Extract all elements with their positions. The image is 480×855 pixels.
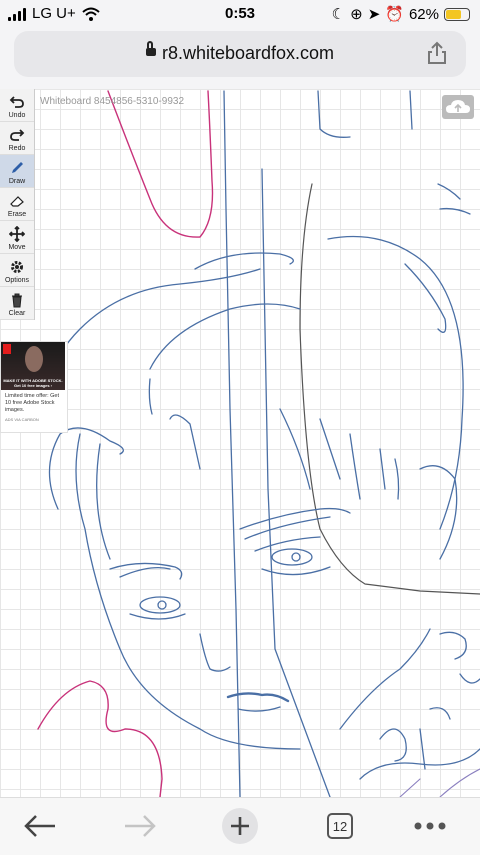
whiteboard-title: Whiteboard 8454856-5310-9932 [40,96,184,107]
ad-via: ADS VIA CARBON [5,417,39,423]
options-button[interactable]: Options [0,254,34,287]
share-icon[interactable] [426,41,448,65]
back-button[interactable] [20,808,60,844]
alarm-icon: ⏰ [385,6,404,23]
erase-button[interactable]: Erase [0,188,34,221]
arrow-right-icon [125,815,156,837]
move-label: Move [8,244,26,251]
undo-icon [9,96,24,108]
redo-button[interactable]: Redo [0,122,34,155]
battery-icon [444,7,470,21]
moon-icon: ☾ [331,6,346,23]
carbon-ad[interactable]: MAKE IT WITH ADOBE STOCK. Get 10 free im… [0,341,68,433]
ad-text: Limited time offer: Get 10 free Adobe St… [5,393,60,414]
redo-icon [10,129,25,141]
url-text: r8.whiteboardfox.com [161,43,335,63]
tabs-button[interactable]: 12 [320,808,360,844]
arrow-left-icon [24,815,55,837]
plus-icon [222,808,258,844]
drawing-strokes [37,90,480,797]
ad-caption: MAKE IT WITH ADOBE STOCK. Get 10 free im… [3,378,63,388]
undo-button[interactable]: Undo [0,89,34,122]
redo-label: Redo [8,145,26,152]
move-icon [9,226,25,242]
cloud-save-button[interactable] [442,95,474,119]
tool-palette: Undo Redo Draw Erase Move Options Clear [0,89,35,320]
orientation-lock-icon: ⊕ [350,6,363,23]
status-right: ☾ ⊕ ➤ ⏰ 62% [332,5,470,23]
erase-label: Erase [7,211,27,218]
tab-count: 12 [327,813,353,839]
browser-bottom-bar: 12 [0,797,480,855]
undo-label: Undo [8,112,26,119]
address-bar[interactable]: r8.whiteboardfox.com [14,31,466,77]
clear-button[interactable]: Clear [0,287,34,320]
pencil-icon [12,162,23,173]
options-label: Options [4,277,30,284]
forward-button[interactable] [120,808,160,844]
draw-label: Draw [8,178,26,185]
cloud-upload-icon [446,100,470,113]
gear-icon [11,261,23,273]
trash-icon [12,293,22,308]
more-icon [414,822,446,830]
adobe-logo [3,344,11,354]
move-button[interactable]: Move [0,221,34,254]
ad-image: MAKE IT WITH ADOBE STOCK. Get 10 free im… [1,342,65,390]
battery-percent: 62% [408,5,439,23]
draw-button[interactable]: Draw [0,155,34,188]
clear-label: Clear [8,310,26,317]
location-icon: ➤ [367,6,381,23]
whiteboard-canvas[interactable]: Whiteboard 8454856-5310-9932 Undo Redo D… [0,89,480,797]
new-tab-button[interactable] [220,808,260,844]
lock-icon [145,41,156,57]
menu-button[interactable] [410,808,450,844]
eraser-icon [10,196,24,207]
status-bar: LG U+ 0:53 ☾ ⊕ ➤ ⏰ 62% [0,0,480,28]
